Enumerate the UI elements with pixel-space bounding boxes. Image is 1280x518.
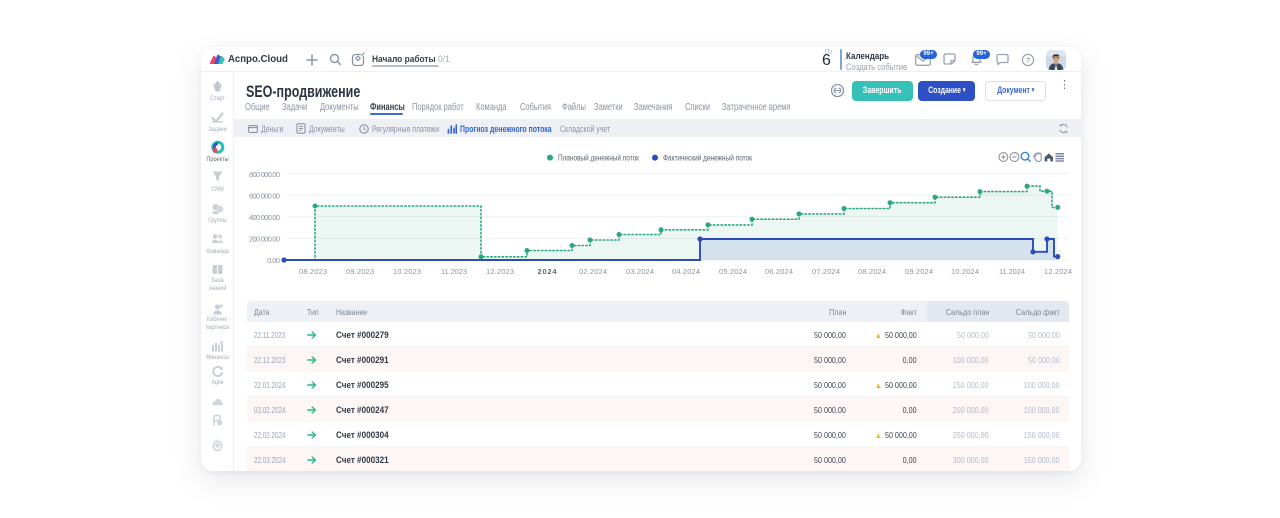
svg-text:800 000.00: 800 000.00 [249,170,280,179]
svg-text:08.2023: 08.2023 [299,267,327,276]
svg-text:Фактический денежный поток: Фактический денежный поток [663,153,752,162]
svg-text:11.2023: 11.2023 [441,267,467,276]
svg-text:10.2023: 10.2023 [393,267,421,276]
svg-text:0.00: 0.00 [267,256,280,265]
svg-text:02.2024: 02.2024 [579,267,607,276]
svg-text:10.2024: 10.2024 [951,267,979,276]
svg-text:09.2024: 09.2024 [905,267,933,276]
svg-text:2024: 2024 [538,267,558,276]
svg-text:03.2024: 03.2024 [626,267,654,276]
svg-text:?: ? [1026,55,1031,64]
svg-text:07.2024: 07.2024 [812,267,840,276]
svg-text:12.2023: 12.2023 [486,267,514,276]
svg-text:05.2024: 05.2024 [719,267,747,276]
svg-text:200 000.00: 200 000.00 [249,235,280,244]
svg-text:09.2023: 09.2023 [346,267,374,276]
svg-text:08.2024: 08.2024 [858,267,886,276]
svg-text:Плановый денежный поток: Плановый денежный поток [558,153,639,162]
svg-text:04.2024: 04.2024 [672,267,700,276]
svg-text:11.2024: 11.2024 [999,267,1025,276]
svg-text:600 000.00: 600 000.00 [249,191,280,200]
svg-text:12.2024: 12.2024 [1044,267,1072,276]
svg-text:400 000.00: 400 000.00 [249,213,280,222]
svg-text:06.2024: 06.2024 [765,267,793,276]
